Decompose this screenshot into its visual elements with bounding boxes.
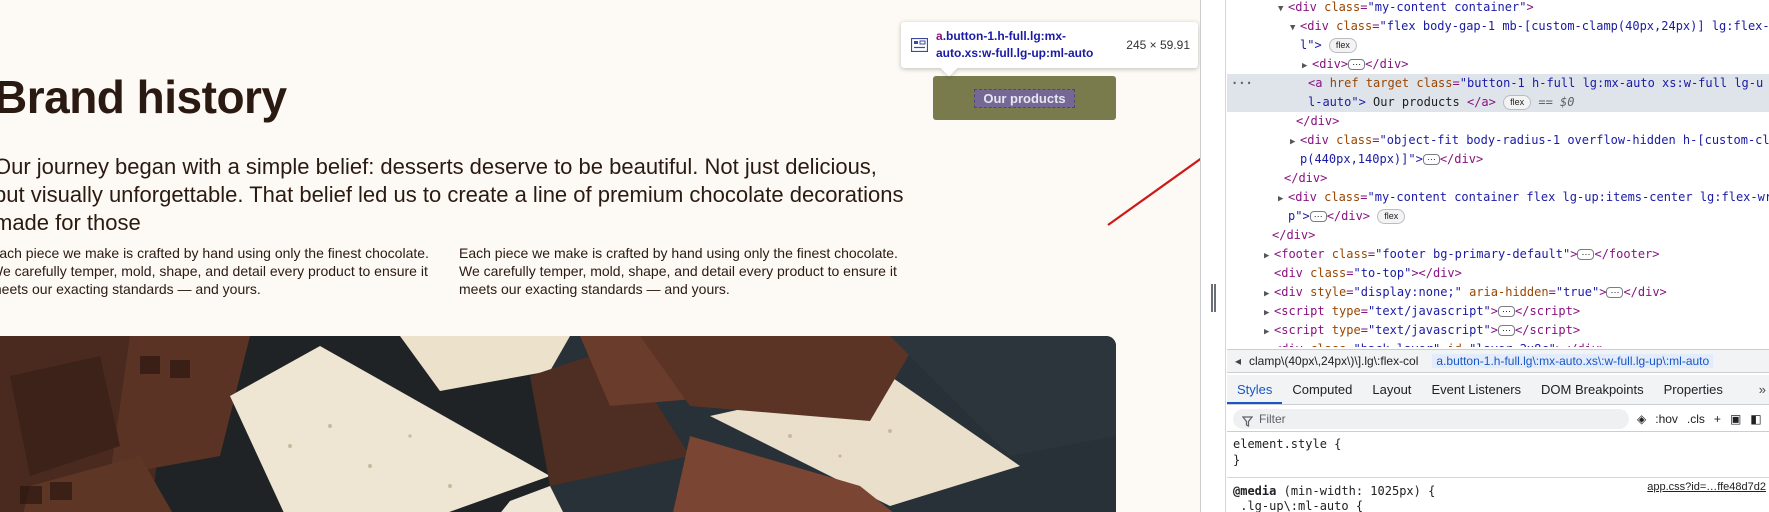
tab-properties[interactable]: Properties — [1654, 375, 1733, 404]
dom-node-cont: l"> flex — [1227, 36, 1769, 55]
breadcrumb-item[interactable]: clamp\(40px\,24px\)\].lg\:flex-col — [1249, 354, 1418, 368]
tooltip-dimensions: 245 × 59.91 — [1126, 38, 1190, 52]
dom-node[interactable]: ▼ <div class="flex body-gap-1 mb-[custom-… — [1227, 17, 1769, 36]
filter-input[interactable]: Filter — [1233, 409, 1629, 429]
our-products-button[interactable]: Our products — [933, 76, 1116, 120]
dom-node[interactable]: <div class="to-top"></div> — [1227, 264, 1769, 283]
web-page-viewport: Brand history Our journey began with a s… — [0, 0, 1200, 512]
flex-badge[interactable]: flex — [1328, 38, 1357, 53]
flex-layout-icon — [910, 37, 929, 56]
filter-icon — [1241, 413, 1254, 433]
devtools-panel: ▼ <div class="my-content container"> ▼ <di… — [1200, 0, 1769, 512]
breadcrumb-back-icon[interactable]: ◂ — [1227, 350, 1249, 372]
our-products-label: Our products — [974, 88, 1075, 108]
rule-close: } — [1233, 453, 1241, 467]
dom-node-selected[interactable]: ··· <a href target class="button-1 h-full… — [1227, 74, 1769, 93]
media-query: @media (min-width: 1025px) { — [1233, 484, 1436, 498]
layers-icon[interactable]: ◈ — [1637, 412, 1646, 426]
elements-tree: ▼ <div class="my-content container"> ▼ <di… — [1227, 0, 1769, 347]
dom-node[interactable]: ▼ <div class="my-content container"> — [1227, 0, 1769, 17]
tab-computed[interactable]: Computed — [1282, 375, 1362, 404]
tab-layout[interactable]: Layout — [1362, 375, 1421, 404]
dom-node[interactable]: <div class="back-layer" id="layer_2x8c">… — [1227, 340, 1769, 347]
dom-node[interactable]: ▶ <script type="text/javascript"> ⋯ </scrip… — [1227, 321, 1769, 340]
dom-node[interactable]: ▶ <script type="text/javascript"> ⋯ </scrip… — [1227, 302, 1769, 321]
dom-node[interactable]: ▶ <div> ⋯ </div> — [1227, 55, 1769, 74]
intro-paragraph: Our journey began with a simple belief: … — [0, 154, 904, 235]
styles-toolbar: Filter ◈ :hov .cls + ▣ ◧ — [1227, 406, 1769, 432]
inspect-tooltip: a.button-1.h-full.lg:mx-auto.xs:w-full.l… — [901, 22, 1198, 77]
dom-node-selected-cont: l-auto"> Our products </a> flex == $0 — [1227, 93, 1769, 112]
paint-icon[interactable]: ▣ — [1730, 412, 1741, 426]
chocolate-hero-image — [0, 336, 1116, 512]
dom-node-cont: p(440px,140px)]"> ⋯ </div> — [1300, 152, 1484, 166]
dom-node[interactable]: </div> — [1227, 112, 1769, 131]
add-rule-icon[interactable]: + — [1714, 412, 1721, 426]
more-tabs-icon[interactable]: » — [1759, 375, 1766, 404]
dom-node[interactable]: ▶ <div style="display:none;" aria-hidden=… — [1227, 283, 1769, 302]
devtools-gutter — [1201, 0, 1226, 512]
dom-node[interactable]: ▶ <footer class="footer bg-primary-defaul… — [1227, 245, 1769, 264]
element-style-rule[interactable]: element.style { — [1233, 436, 1341, 452]
hov-toggle[interactable]: :hov — [1655, 412, 1678, 426]
devtools-subtabs: Styles Computed Layout Event Listeners DOM B… — [1227, 375, 1769, 405]
cls-toggle[interactable]: .cls — [1687, 412, 1705, 426]
rule-selector[interactable]: .lg-up\:ml-auto { — [1233, 498, 1363, 512]
dom-node-cont: p"> ⋯ </div> flex — [1227, 207, 1769, 226]
tooltip-arrow — [940, 59, 958, 77]
sidebar-toggle-icon[interactable]: ◧ — [1750, 412, 1761, 426]
rule-divider — [1227, 477, 1769, 478]
dom-node[interactable]: </div> — [1227, 169, 1769, 188]
tab-dom-breakpoints[interactable]: DOM Breakpoints — [1531, 375, 1654, 404]
page-title: Brand history — [0, 71, 287, 123]
tab-event-listeners[interactable]: Event Listeners — [1421, 375, 1531, 404]
styles-pane: element.style { } @media (min-width: 102… — [1227, 433, 1769, 512]
dom-node[interactable]: ▶ <div class="my-content container flex l… — [1227, 188, 1769, 207]
stylesheet-source-link[interactable]: app.css?id=…ffe48d7d2 — [1647, 481, 1766, 493]
breadcrumb: ◂ clamp\(40px\,24px\)\].lg\:flex-col a.but… — [1227, 349, 1769, 373]
filter-placeholder: Filter — [1259, 412, 1286, 426]
breadcrumb-item-active[interactable]: a.button-1.h-full.lg\:mx-auto.xs\:w-full… — [1432, 354, 1714, 368]
body-text-column-1: Each piece we make is crafted by hand us… — [0, 245, 429, 297]
dom-node[interactable]: ▶ <div class="object-fit body-radius-1 ov… — [1227, 131, 1769, 150]
resize-grip-icon[interactable] — [1211, 284, 1216, 312]
tooltip-selector: a.button-1.h-full.lg:mx-auto.xs:w-full.l… — [936, 29, 1094, 60]
tab-styles[interactable]: Styles — [1227, 375, 1283, 404]
body-text-column-2: Each piece we make is crafted by hand us… — [459, 245, 898, 297]
dom-node[interactable]: </div> — [1227, 226, 1769, 245]
